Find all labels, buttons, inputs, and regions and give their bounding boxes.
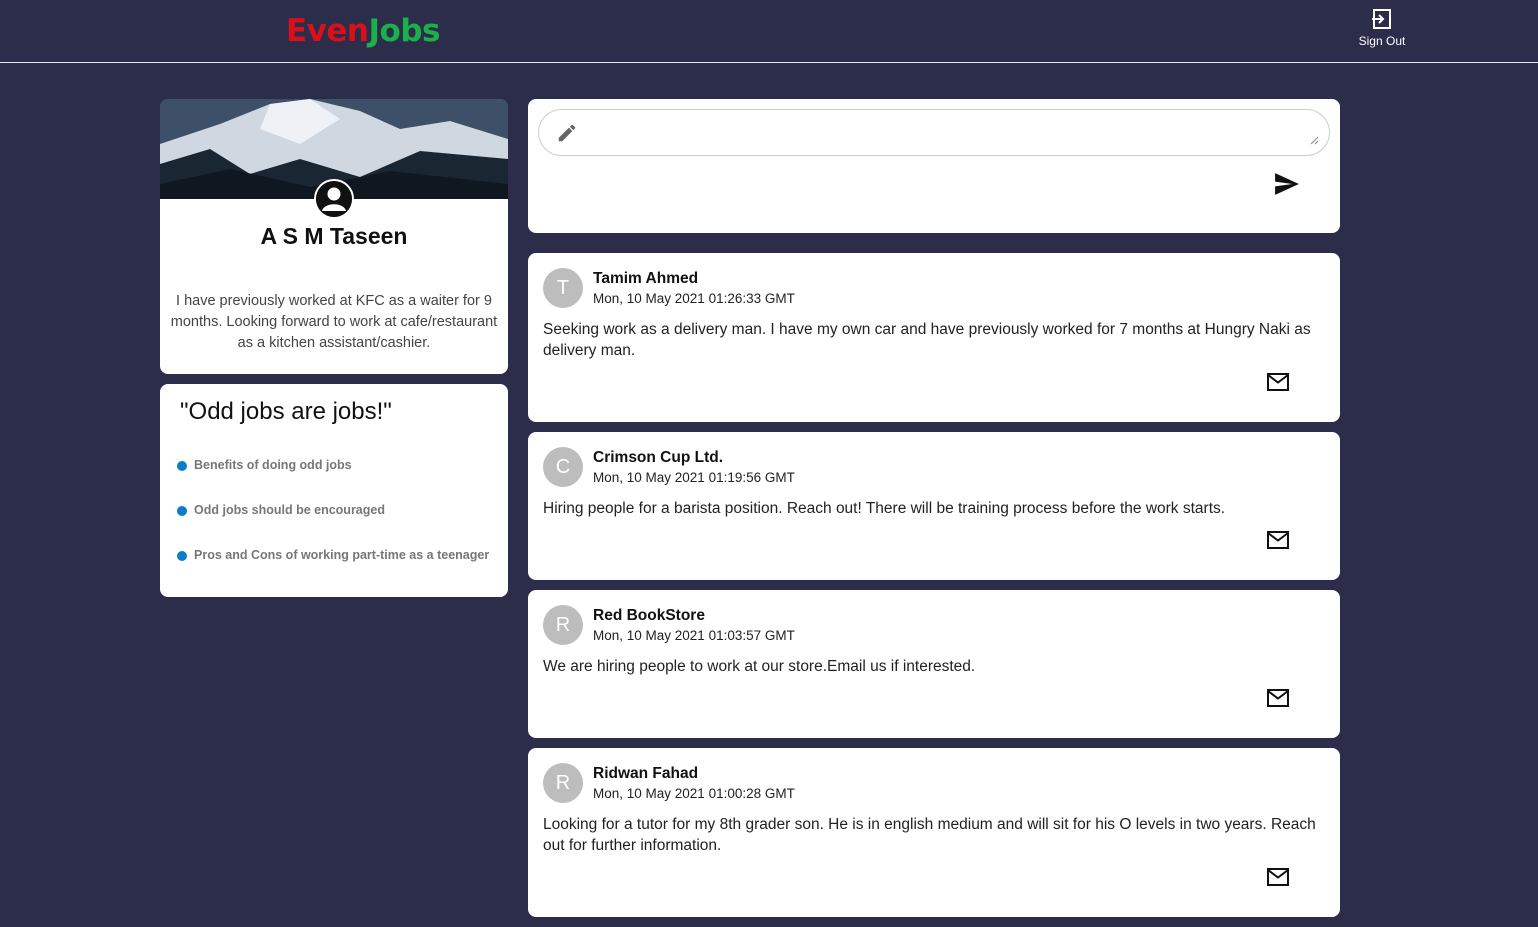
evenjobs-logo[interactable]: EvenJobs xyxy=(286,13,440,49)
resize-handle-icon[interactable] xyxy=(1310,136,1319,145)
profile-bio: I have previously worked at KFC as a wai… xyxy=(170,293,498,351)
post-body: Looking for a tutor for my 8th grader so… xyxy=(543,816,1316,854)
post-card: C Crimson Cup Ltd. Mon, 10 May 2021 01:1… xyxy=(528,432,1340,580)
user-icon xyxy=(316,181,352,217)
post-card: R Ridwan Fahad Mon, 10 May 2021 01:00:28… xyxy=(528,748,1340,917)
post-input-container xyxy=(538,109,1330,156)
odd-jobs-link-label: Benefits of doing odd jobs xyxy=(194,458,352,472)
sign-out-label: Sign Out xyxy=(1358,34,1406,48)
post-author: Ridwan Fahad xyxy=(593,765,699,782)
post-card: R Red BookStore Mon, 10 May 2021 01:03:5… xyxy=(528,590,1340,738)
odd-jobs-link-label: Pros and Cons of working part-time as a … xyxy=(194,548,490,562)
post-composer xyxy=(528,99,1340,233)
odd-jobs-link[interactable]: Odd jobs should be encouraged xyxy=(177,503,489,548)
bullet-icon xyxy=(177,461,187,471)
logout-icon xyxy=(1372,9,1391,29)
post-avatar[interactable]: R xyxy=(543,763,583,803)
top-navbar: EvenJobs Sign Out xyxy=(0,0,1538,63)
post-timestamp: Mon, 10 May 2021 01:00:28 GMT xyxy=(593,786,795,801)
profile-avatar[interactable] xyxy=(314,179,354,219)
sign-out-button[interactable]: Sign Out xyxy=(1350,7,1414,51)
post-timestamp: Mon, 10 May 2021 01:19:56 GMT xyxy=(593,470,795,485)
mail-icon[interactable] xyxy=(1267,868,1289,886)
odd-jobs-link[interactable]: Benefits of doing odd jobs xyxy=(177,458,489,503)
post-timestamp: Mon, 10 May 2021 01:03:57 GMT xyxy=(593,628,795,643)
post-timestamp: Mon, 10 May 2021 01:26:33 GMT xyxy=(593,291,795,306)
profile-name: A S M Taseen xyxy=(260,223,408,249)
odd-jobs-card: "Odd jobs are jobs!" Benefits of doing o… xyxy=(160,384,508,597)
logo-part-even: Even xyxy=(286,13,369,49)
odd-jobs-link[interactable]: Pros and Cons of working part-time as a … xyxy=(177,548,489,593)
post-body: We are hiring people to work at our stor… xyxy=(543,658,976,675)
post-input[interactable] xyxy=(587,116,1311,150)
post-card: T Tamim Ahmed Mon, 10 May 2021 01:26:33 … xyxy=(528,253,1340,422)
odd-jobs-title: "Odd jobs are jobs!" xyxy=(180,398,392,425)
odd-jobs-list: Benefits of doing odd jobs Odd jobs shou… xyxy=(177,458,489,593)
bullet-icon xyxy=(177,551,187,561)
pencil-icon xyxy=(558,124,576,142)
post-avatar[interactable]: R xyxy=(543,605,583,645)
post-avatar[interactable]: T xyxy=(543,268,583,308)
bullet-icon xyxy=(177,506,187,516)
mail-icon[interactable] xyxy=(1267,689,1289,707)
post-author: Tamim Ahmed xyxy=(593,270,699,287)
post-author: Red BookStore xyxy=(593,607,705,624)
post-author: Crimson Cup Ltd. xyxy=(593,449,724,466)
odd-jobs-link-label: Odd jobs should be encouraged xyxy=(194,503,385,517)
send-icon[interactable] xyxy=(1274,172,1300,196)
logo-part-jobs: Jobs xyxy=(368,13,440,49)
post-avatar[interactable]: C xyxy=(543,447,583,487)
post-body: Seeking work as a delivery man. I have m… xyxy=(543,321,1311,359)
mail-icon[interactable] xyxy=(1267,531,1289,549)
profile-card: A S M Taseen I have previously worked at… xyxy=(160,99,508,374)
post-body: Hiring people for a barista position. Re… xyxy=(543,500,1226,517)
mail-icon[interactable] xyxy=(1267,373,1289,391)
